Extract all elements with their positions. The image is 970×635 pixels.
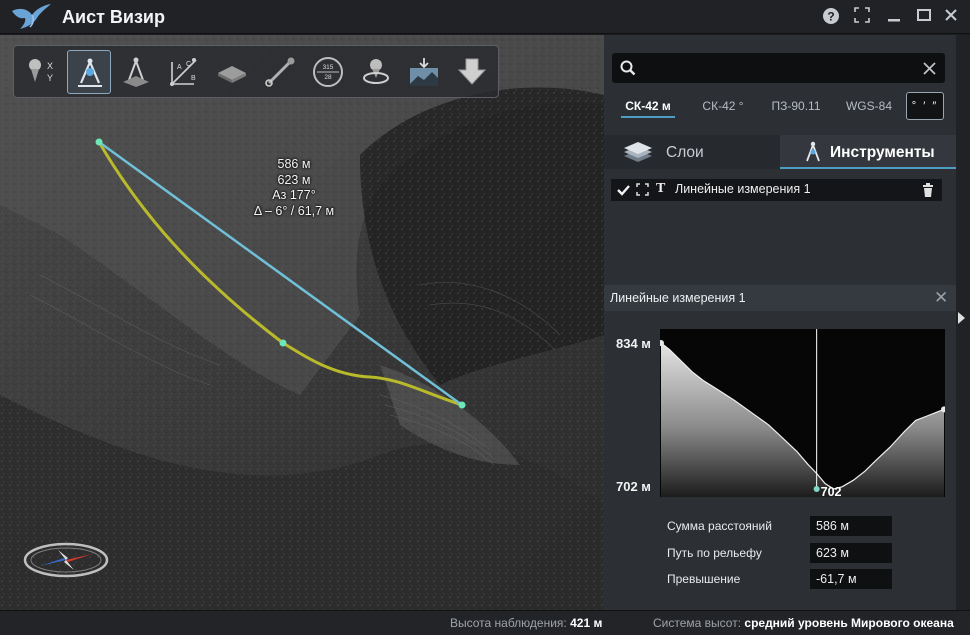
map-toolbar: X Y A B C 315 28 [13,45,499,98]
observation-height-value: 421 м [570,616,603,630]
close-window-icon[interactable] [941,7,961,27]
search-box [612,53,945,83]
tool-profile[interactable] [402,50,446,94]
dms-format-button[interactable]: ° ′ ″ [906,92,944,120]
measure-distance: 586 м [277,157,311,171]
tool-linear-measure[interactable] [67,50,111,94]
minimize-icon[interactable] [884,7,904,27]
azimuth-dial-icon: 315 28 [313,57,343,87]
compass-measure-icon [78,58,102,87]
text-type-icon: T [656,181,666,196]
clear-search-icon[interactable] [923,62,936,75]
stat-terrain-path-label: Путь по рельефу [667,546,762,560]
svg-text:Y: Y [47,73,53,83]
tool-azimuth[interactable]: 315 28 [306,50,350,94]
measure-vertex-end [458,401,466,409]
stat-terrain-path-value: 623 м [810,543,892,563]
svg-text:A: A [177,64,182,71]
layer-list-item[interactable]: T Линейные измерения 1 [611,179,942,201]
help-icon[interactable]: ? [821,7,841,27]
tool-line-of-sight[interactable] [258,50,302,94]
status-bar: Высота наблюдения: 421 м Система высот: … [0,610,970,635]
measure-azimuth: Аз 177° [272,188,316,202]
observation-height-label: Высота наблюдения: [450,616,567,630]
stat-total-distance-value: 586 м [810,516,892,536]
trash-icon[interactable] [922,183,934,197]
tool-triangle[interactable]: A B C [162,50,206,94]
measurement-readout: 586 м 623 м Аз 177° Δ – 6° / 61,7 м [214,157,374,219]
coord-tab-wgs84[interactable]: WGS-84 [841,98,897,118]
maximize-icon[interactable] [914,7,934,27]
xy-marker-icon: X Y [29,59,53,83]
tool-terrain[interactable] [210,50,254,94]
height-system: Система высот: средний уровень Мирового … [653,616,954,630]
app-title: Аист Визир [62,7,165,27]
tool-rotate[interactable] [354,50,398,94]
svg-text:C: C [186,61,191,68]
tool-area-measure[interactable] [114,50,158,94]
map-viewport[interactable]: X Y A B C 315 28 586 м 623 м Аз 177° Δ –… [0,35,604,610]
terrain-layer-icon [218,66,246,83]
elevation-profile-chart[interactable]: 702 [660,329,945,497]
zoom-extent-icon[interactable] [636,183,649,196]
svg-text:28: 28 [324,74,332,81]
search-icon [620,60,636,76]
profile-image-icon [410,58,438,86]
layer-name: Линейные измерения 1 [675,182,811,196]
stork-logo-icon [12,4,51,29]
measure-vertex-start [95,138,103,146]
tab-layers-label: Слои [666,144,704,161]
tab-tools[interactable]: Инструменты [780,135,956,169]
profile-header: Линейные измерения 1 ✕ [604,285,956,311]
coord-tab-sk42-m[interactable]: СК-42 м [621,98,675,118]
profile-y-max: 834 м [616,336,651,351]
close-profile-icon[interactable]: ✕ [934,288,948,308]
title-bar: Аист Визир ? [0,0,970,34]
area-measure-icon [123,57,149,87]
measure-delta: Δ – 6° / 61,7 м [253,203,335,218]
tab-layers[interactable]: Слои [604,135,780,169]
fullscreen-icon[interactable] [852,7,872,27]
panel-tabs: Слои Инструменты [604,135,956,169]
profile-cursor-point [813,486,820,492]
tool-download[interactable] [450,50,494,94]
side-panel: СК-42 м СК-42 ° ПЗ-90.11 WGS-84 ° ′ ″ Сл… [604,35,956,610]
rotate-view-icon [363,59,389,84]
stat-elevation-diff-label: Превышение [667,572,741,586]
download-arrow-icon [457,58,487,85]
measure-path: 623 м [277,172,311,187]
coord-tab-pz9011[interactable]: ПЗ-90.11 [765,98,827,118]
profile-title: Линейные измерения 1 [610,291,746,305]
measure-vertex-mid [279,339,287,347]
terrain-imagery [0,35,604,610]
tool-coordinates[interactable]: X Y [19,50,63,94]
svg-text:X: X [47,61,53,71]
svg-text:B: B [191,75,196,82]
height-system-label: Система высот: [653,616,742,630]
layers-icon [624,142,652,162]
observation-height: Высота наблюдения: 421 м [450,616,602,630]
checkmark-icon[interactable] [617,184,630,196]
profile-y-min: 702 м [616,479,651,494]
stat-elevation-diff-value: -61,7 м [810,569,892,589]
line-of-sight-icon [265,57,295,87]
height-system-value: средний уровень Мирового океана [744,616,954,630]
svg-text:?: ? [827,10,834,24]
svg-text:315: 315 [323,64,334,71]
expand-arrow-icon[interactable] [958,312,965,324]
search-input[interactable] [640,59,910,77]
tab-tools-label: Инструменты [830,144,935,161]
profile-cursor-label: 702 [821,485,842,497]
triangle-abc-icon: A B C [170,58,197,86]
compass-tool-icon [806,141,820,162]
coord-tab-sk42-deg[interactable]: СК-42 ° [696,98,750,118]
stat-total-distance-label: Сумма расстояний [667,519,772,533]
compass-rose-icon[interactable] [22,540,110,580]
